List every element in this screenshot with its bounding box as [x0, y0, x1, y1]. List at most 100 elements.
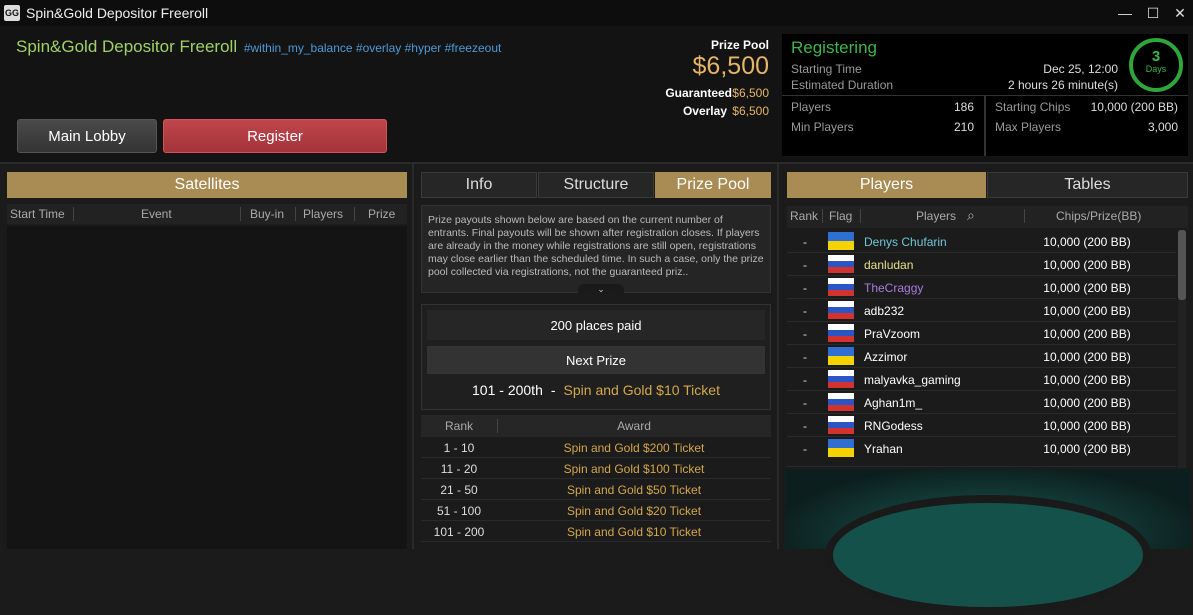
payout-row: 101 - 200 Spin and Gold $10 Ticket: [421, 521, 771, 542]
tournament-title: Spin&Gold Depositor Freeroll #within_my_…: [16, 37, 501, 57]
player-row[interactable]: - RNGodess 10,000 (200 BB): [787, 414, 1176, 437]
payout-row: 51 - 100 Spin and Gold $20 Ticket: [421, 500, 771, 521]
payout-award: Spin and Gold $10 Ticket: [566, 525, 702, 539]
main-lobby-button[interactable]: Main Lobby: [17, 119, 157, 153]
table-preview: [785, 469, 1191, 615]
col-rank[interactable]: Rank: [790, 209, 818, 223]
player-row[interactable]: - Denys Chufarin 10,000 (200 BB): [787, 230, 1176, 253]
window-title: Spin&Gold Depositor Freeroll: [26, 5, 209, 21]
player-row[interactable]: - Aghan1m_ 10,000 (200 BB): [787, 391, 1176, 414]
player-row[interactable]: - TheCraggy 10,000 (200 BB): [787, 276, 1176, 299]
player-name: adb232: [864, 304, 905, 318]
player-name: PraVzoom: [864, 327, 921, 341]
ukraine-flag-icon: [828, 439, 854, 457]
tab-info[interactable]: Info: [421, 172, 537, 198]
left-panel-divider: [412, 164, 414, 549]
player-row[interactable]: - malyavka_gaming 10,000 (200 BB): [787, 368, 1176, 391]
tournament-tags[interactable]: #within_my_balance #overlay #hyper #free…: [244, 41, 502, 55]
register-button[interactable]: Register: [163, 119, 387, 153]
player-name: Azzimor: [864, 350, 908, 364]
tab-prize-pool[interactable]: Prize Pool: [655, 172, 771, 198]
satellites-title: Satellites: [7, 172, 407, 198]
next-prize-dash: -: [550, 382, 556, 398]
players-label: Players: [791, 100, 832, 114]
russia-flag-icon: [828, 416, 854, 434]
ukraine-flag-icon: [828, 232, 854, 250]
payout-row: 1 - 10 Spin and Gold $200 Ticket: [421, 437, 771, 458]
player-rank: -: [803, 327, 807, 341]
col-players[interactable]: Players: [916, 209, 956, 223]
minimize-icon[interactable]: —: [1115, 0, 1135, 26]
player-chips: 10,000 (200 BB): [1043, 350, 1131, 364]
player-name: TheCraggy: [864, 281, 924, 295]
player-rank: -: [803, 304, 807, 318]
payout-award: Spin and Gold $200 Ticket: [563, 441, 705, 455]
russia-flag-icon: [828, 255, 854, 273]
prize-pool-value: $6,500: [692, 52, 769, 80]
close-icon[interactable]: ✕: [1170, 0, 1190, 26]
app-logo-icon: GG: [4, 5, 20, 21]
days-label: Days: [1145, 64, 1167, 74]
col-award: Award: [617, 419, 651, 433]
player-name: Denys Chufarin: [864, 235, 947, 249]
col-buy-in[interactable]: Buy-in: [250, 207, 284, 221]
duration-value: 2 hours 26 minute(s): [1007, 78, 1118, 92]
max-players-label: Max Players: [995, 120, 1062, 134]
search-icon[interactable]: ⌕: [967, 207, 975, 224]
days-number: 3: [1151, 48, 1161, 65]
prize-notice: Prize payouts shown below are based on t…: [421, 205, 771, 293]
player-row[interactable]: - danludan 10,000 (200 BB): [787, 253, 1176, 276]
starting-time-label: Starting Time: [791, 62, 862, 76]
player-row[interactable]: - adb232 10,000 (200 BB): [787, 299, 1176, 322]
tab-tables[interactable]: Tables: [987, 172, 1188, 198]
payout-table-header: Rank Award: [421, 415, 771, 437]
player-name: Yrahan: [864, 442, 903, 456]
payout-award: Spin and Gold $20 Ticket: [566, 504, 702, 518]
player-chips: 10,000 (200 BB): [1043, 258, 1131, 272]
player-row[interactable]: - Yrahan 10,000 (200 BB): [787, 437, 1176, 467]
maximize-icon[interactable]: ☐: [1143, 0, 1163, 26]
player-rank: -: [803, 281, 807, 295]
scrollbar-thumb[interactable]: [1178, 230, 1186, 300]
player-row[interactable]: - PraVzoom 10,000 (200 BB): [787, 322, 1176, 345]
next-prize-label: Next Prize: [427, 346, 765, 374]
tab-players[interactable]: Players: [787, 172, 986, 198]
player-name: RNGodess: [864, 419, 923, 433]
player-rank: -: [803, 235, 807, 249]
player-chips: 10,000 (200 BB): [1043, 442, 1131, 456]
duration-label: Estimated Duration: [791, 78, 894, 92]
player-rank: -: [803, 442, 807, 456]
tournament-name: Spin&Gold Depositor Freeroll: [16, 37, 238, 56]
col-chips[interactable]: Chips/Prize(BB): [1056, 209, 1141, 223]
player-rank: -: [803, 350, 807, 364]
next-prize-award: Spin and Gold $10 Ticket: [563, 382, 720, 398]
player-name: Aghan1m_: [864, 396, 923, 410]
russia-flag-icon: [828, 393, 854, 411]
col-flag[interactable]: Flag: [829, 209, 852, 223]
player-chips: 10,000 (200 BB): [1043, 327, 1131, 341]
title-bar: GG Spin&Gold Depositor Freeroll: [0, 0, 1193, 26]
min-players-label: Min Players: [791, 120, 854, 134]
min-players-value: 210: [953, 120, 974, 134]
registration-state: Registering: [791, 38, 877, 57]
col-event[interactable]: Event: [141, 207, 172, 221]
overlay-label: Overlay: [682, 104, 727, 118]
col-players[interactable]: Players: [303, 207, 343, 221]
status-vertical-divider: [984, 96, 986, 156]
col-prize[interactable]: Prize: [368, 207, 395, 221]
next-prize-rank: 101 - 200th: [472, 382, 543, 398]
player-name: danludan: [864, 258, 914, 272]
starting-chips-label: Starting Chips: [995, 100, 1071, 114]
col-start-time[interactable]: Start Time: [10, 207, 65, 221]
players-scrollbar[interactable]: [1178, 230, 1186, 468]
tab-structure[interactable]: Structure: [538, 172, 654, 198]
payout-award: Spin and Gold $50 Ticket: [566, 483, 702, 497]
expand-chevron-icon[interactable]: ⌄: [578, 284, 624, 294]
col-rank: Rank: [444, 419, 473, 433]
player-rank: -: [803, 258, 807, 272]
russia-flag-icon: [828, 301, 854, 319]
player-chips: 10,000 (200 BB): [1043, 396, 1131, 410]
players-value: 186: [953, 100, 974, 114]
player-row[interactable]: - Azzimor 10,000 (200 BB): [787, 345, 1176, 368]
russia-flag-icon: [828, 278, 854, 296]
